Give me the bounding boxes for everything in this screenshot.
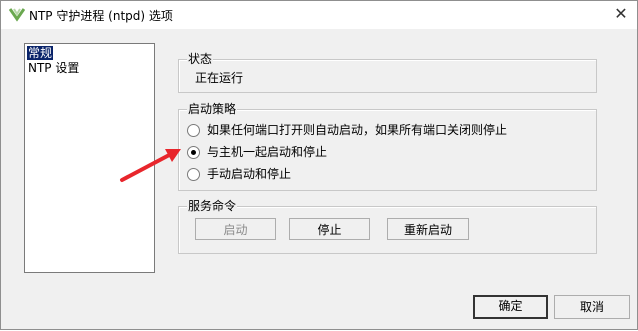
- radio-manual[interactable]: [187, 168, 200, 181]
- close-button[interactable]: ✕: [613, 6, 629, 22]
- restart-button[interactable]: 重新启动: [387, 218, 469, 240]
- radio-manual-label[interactable]: 手动启动和停止: [207, 167, 291, 181]
- service-commands-legend: 服务命令: [187, 199, 238, 213]
- startup-policy-legend: 启动策略: [187, 102, 238, 116]
- radio-with-host-label[interactable]: 与主机一起启动和停止: [207, 145, 327, 159]
- start-button[interactable]: 启动: [195, 218, 276, 240]
- startup-policy-group: 启动策略 如果任何端口打开则自动启动，如果所有端口关闭则停止 与主机一起启动和停…: [178, 102, 597, 191]
- vsphere-logo-icon: [9, 6, 25, 22]
- status-legend: 状态: [187, 52, 214, 66]
- window-title: NTP 守护进程 (ntpd) 选项: [29, 9, 173, 23]
- service-commands-group: 服务命令 启动 停止 重新启动: [178, 199, 597, 254]
- radio-auto-port[interactable]: [187, 124, 200, 137]
- nav-item-ntp-settings[interactable]: NTP 设置: [27, 61, 80, 75]
- status-value: 正在运行: [195, 71, 244, 85]
- cancel-button[interactable]: 取消: [554, 295, 630, 319]
- ntp-options-dialog: NTP 守护进程 (ntpd) 选项 ✕ 常规 NTP 设置 状态 正在运行 启…: [0, 0, 638, 330]
- radio-with-host[interactable]: [187, 146, 200, 159]
- stop-button[interactable]: 停止: [289, 218, 370, 240]
- ok-button[interactable]: 确定: [473, 295, 548, 319]
- radio-auto-port-label[interactable]: 如果任何端口打开则自动启动，如果所有端口关闭则停止: [207, 123, 507, 137]
- status-group: 状态 正在运行: [178, 52, 597, 93]
- title-bar: NTP 守护进程 (ntpd) 选项 ✕: [1, 1, 637, 29]
- nav-item-general[interactable]: 常规: [27, 46, 54, 60]
- options-nav-list[interactable]: 常规 NTP 设置: [24, 43, 155, 273]
